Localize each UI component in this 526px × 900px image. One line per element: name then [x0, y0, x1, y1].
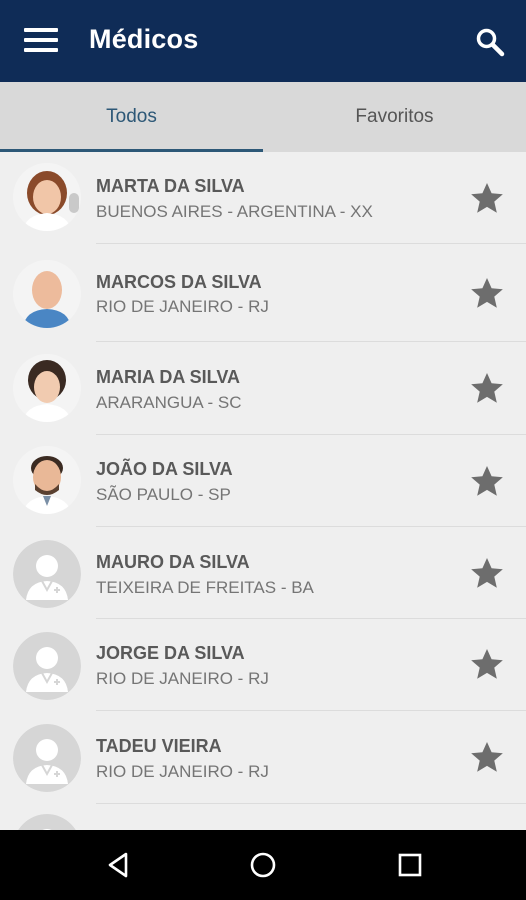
tab-favoritos[interactable]: Favoritos: [263, 82, 526, 152]
avatar: [13, 260, 81, 328]
doctor-placeholder-icon: [13, 632, 81, 700]
doctor-location: TEIXEIRA DE FREITAS - BA: [96, 578, 314, 597]
favorite-star-icon[interactable]: [468, 738, 506, 776]
list-item[interactable]: MARIA DA SILVA ARARANGUA - SC: [0, 342, 526, 435]
recents-icon[interactable]: [395, 850, 425, 880]
avatar: [13, 354, 81, 422]
doctor-location: ARARANGUA - SC: [96, 393, 242, 412]
home-icon[interactable]: [248, 850, 278, 880]
list-item[interactable]: MARTA DA SILVA BUENOS AIRES - ARGENTINA …: [0, 152, 526, 244]
doctor-location: RIO DE JANEIRO - RJ: [96, 297, 269, 316]
doctor-name: MARCOS DA SILVA: [96, 272, 262, 292]
list-item[interactable]: TADEU VIEIRA RIO DE JANEIRO - RJ: [0, 711, 526, 804]
doctor-location: RIO DE JANEIRO - RJ: [96, 669, 269, 688]
doctor-name: JOÃO DA SILVA: [96, 459, 233, 479]
doctor-name: JORGE DA SILVA: [96, 643, 245, 663]
page-title: Médicos: [89, 24, 199, 54]
search-icon[interactable]: [474, 26, 506, 58]
avatar: [13, 446, 81, 514]
avatar: [13, 163, 81, 231]
tab-todos[interactable]: Todos: [0, 82, 263, 152]
list-item[interactable]: JORGE DA SILVA RIO DE JANEIRO - RJ: [0, 619, 526, 711]
favorite-star-icon[interactable]: [468, 462, 506, 500]
favorite-star-icon[interactable]: [468, 274, 506, 312]
doctor-placeholder-icon: [13, 540, 81, 608]
doctor-name: MARIA DA SILVA: [96, 367, 240, 387]
doctor-name: TADEU VIEIRA: [96, 736, 222, 756]
doctor-name: MAURO DA SILVA: [96, 552, 250, 572]
list-item-partial[interactable]: [0, 804, 526, 830]
doctor-list: MARTA DA SILVA BUENOS AIRES - ARGENTINA …: [0, 152, 526, 830]
doctor-name: MARTA DA SILVA: [96, 176, 245, 196]
favorite-star-icon[interactable]: [468, 179, 506, 217]
tab-bar: Todos Favoritos: [0, 82, 526, 152]
menu-icon[interactable]: [24, 28, 58, 54]
list-item[interactable]: JOÃO DA SILVA SÃO PAULO - SP: [0, 435, 526, 527]
doctor-placeholder-icon: [13, 814, 81, 830]
list-item[interactable]: MAURO DA SILVA TEIXEIRA DE FREITAS - BA: [0, 527, 526, 619]
app-bar: Médicos: [0, 0, 526, 82]
doctor-location: BUENOS AIRES - ARGENTINA - XX: [96, 202, 373, 221]
doctor-location: SÃO PAULO - SP: [96, 485, 231, 504]
system-nav-bar: [0, 830, 526, 900]
favorite-star-icon[interactable]: [468, 645, 506, 683]
back-icon[interactable]: [104, 850, 134, 880]
favorite-star-icon[interactable]: [468, 554, 506, 592]
doctor-location: RIO DE JANEIRO - RJ: [96, 762, 269, 781]
favorite-star-icon[interactable]: [468, 369, 506, 407]
list-item[interactable]: MARCOS DA SILVA RIO DE JANEIRO - RJ: [0, 244, 526, 342]
doctor-placeholder-icon: [13, 724, 81, 792]
